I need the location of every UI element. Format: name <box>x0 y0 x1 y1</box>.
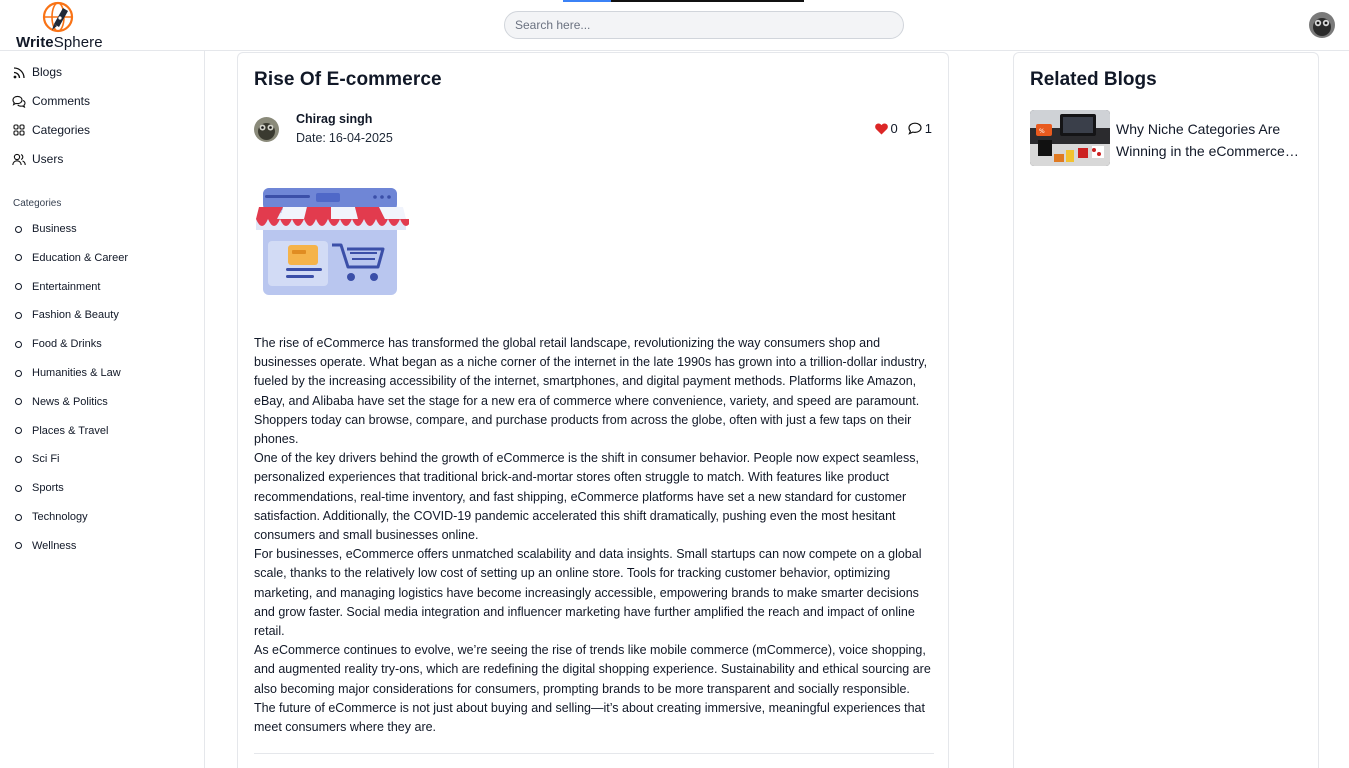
sidebar-category-item[interactable]: Humanities & Law <box>15 364 121 382</box>
category-label: News & Politics <box>32 395 108 408</box>
category-label: Wellness <box>32 539 77 552</box>
circle-bullet-icon <box>15 455 22 463</box>
sidebar-item-label: Categories <box>32 123 91 137</box>
comment-count: 1 <box>924 121 932 136</box>
post-stats: 0 1 <box>874 121 932 136</box>
brand-name-bold: Write <box>16 34 54 51</box>
post-paragraph: For businesses, eCommerce offers unmatch… <box>254 547 922 639</box>
comment-icon <box>908 122 922 135</box>
category-label: Humanities & Law <box>32 367 121 379</box>
related-blog-title: Why Niche Categories Are Winning in the … <box>1116 121 1285 159</box>
date-label: Date: <box>296 131 326 145</box>
sidebar-category-item[interactable]: Food & Drinks <box>15 335 102 353</box>
circle-bullet-icon <box>15 254 22 262</box>
sidebar-category-item[interactable]: Sports <box>15 479 64 497</box>
related-blogs-panel: Related Blogs % Why Niche Categories Are… <box>1013 52 1319 768</box>
author-avatar[interactable] <box>254 117 279 142</box>
related-blog-thumbnail: % <box>1030 110 1110 166</box>
circle-bullet-icon <box>15 340 22 348</box>
svg-text:%: % <box>1039 128 1045 135</box>
reading-progress-fill <box>563 0 612 2</box>
category-label: Business <box>32 223 77 235</box>
category-label: Fashion & Beauty <box>32 309 119 322</box>
post-body: The rise of eCommerce has transformed th… <box>254 334 934 737</box>
post-cover-image <box>254 183 412 298</box>
circle-bullet-icon <box>15 311 22 319</box>
pen-nib-globe-logo-icon <box>42 1 74 33</box>
grid-icon <box>12 123 26 137</box>
reading-progress-bar <box>563 0 804 2</box>
circle-bullet-icon <box>15 225 22 233</box>
sidebar-category-item[interactable]: Entertainment <box>15 278 100 296</box>
post-date: Date: 16-04-2025 <box>296 131 393 145</box>
sidebar-category-item[interactable]: Education & Career <box>15 249 128 267</box>
top-navbar: WriteSphere <box>0 0 1349 51</box>
category-label: Technology <box>32 511 88 523</box>
comments-icon <box>12 94 26 108</box>
category-label: Education & Career <box>32 251 128 264</box>
related-blogs-title: Related Blogs <box>1030 69 1157 90</box>
users-icon <box>12 152 26 166</box>
rss-icon <box>12 65 26 79</box>
like-count: 0 <box>890 121 898 136</box>
sidebar-category-item[interactable]: Business <box>15 220 77 238</box>
ecommerce-thumbnail-icon: % <box>1030 110 1110 166</box>
sidebar-item-label: Blogs <box>32 65 63 79</box>
circle-bullet-icon <box>15 484 22 492</box>
sidebar-item-users[interactable]: Users <box>12 149 63 169</box>
brand-name-light: Sphere <box>53 34 103 51</box>
related-blog-item[interactable]: % Why Niche Categories Are Winning in th… <box>1030 110 1304 166</box>
sidebar-item-label: Comments <box>32 94 91 108</box>
circle-bullet-icon <box>15 542 22 550</box>
heart-icon <box>874 123 888 134</box>
sidebar-item-blogs[interactable]: Blogs <box>12 62 62 82</box>
post-paragraph: The rise of eCommerce has transformed th… <box>254 336 928 447</box>
circle-bullet-icon <box>15 513 22 521</box>
category-label: Sports <box>32 482 64 495</box>
circle-bullet-icon <box>15 283 22 291</box>
post-paragraph: As eCommerce continues to evolve, we’re … <box>254 643 931 735</box>
like-button[interactable]: 0 <box>874 121 898 136</box>
sidebar-category-item[interactable]: Technology <box>15 508 88 526</box>
brand-logo[interactable]: WriteSphere <box>16 0 106 51</box>
category-label: Places & Travel <box>32 424 109 437</box>
sidebar-item-categories[interactable]: Categories <box>12 120 90 140</box>
sidebar-item-label: Users <box>32 152 64 166</box>
blog-post-card: Rise Of E-commerce Chirag singh Date: 16-… <box>237 52 949 768</box>
sidebar-category-item[interactable]: News & Politics <box>15 393 108 411</box>
user-avatar[interactable] <box>1309 12 1335 38</box>
sidebar-category-item[interactable]: Places & Travel <box>15 422 108 440</box>
post-title: Rise Of E-commerce <box>254 69 442 90</box>
category-label: Entertainment <box>32 280 101 293</box>
sidebar-item-comments[interactable]: Comments <box>12 91 90 111</box>
comment-button[interactable]: 1 <box>908 121 932 136</box>
sidebar-category-item[interactable]: Sci Fi <box>15 450 60 468</box>
date-value: 16-04-2025 <box>328 131 393 145</box>
categories-heading: Categories <box>13 198 62 209</box>
avatar-image-icon <box>1309 12 1335 38</box>
author-avatar-image-icon <box>254 117 279 142</box>
sidebar: Blogs Comments Categories Users Categori… <box>0 51 205 768</box>
author-name[interactable]: Chirag singh <box>296 112 372 126</box>
sidebar-category-item[interactable]: Fashion & Beauty <box>15 306 119 324</box>
divider <box>254 753 934 754</box>
circle-bullet-icon <box>15 427 22 435</box>
circle-bullet-icon <box>15 398 22 406</box>
sidebar-category-item[interactable]: Wellness <box>15 537 76 555</box>
brand-name: WriteSphere <box>16 34 103 51</box>
search-input[interactable] <box>504 11 904 39</box>
category-label: Food & Drinks <box>32 338 102 351</box>
circle-bullet-icon <box>15 369 22 377</box>
shop-storefront-icon <box>256 188 412 295</box>
category-label: Sci Fi <box>32 453 60 466</box>
post-paragraph: One of the key drivers behind the growth… <box>254 451 919 543</box>
